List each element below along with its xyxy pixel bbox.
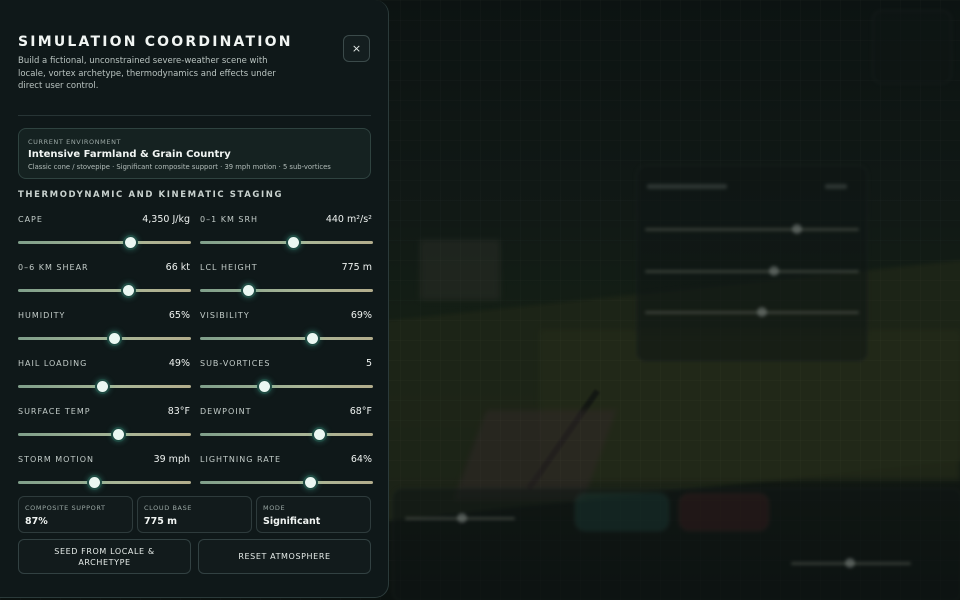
cape-value: 4,350 J/kg	[142, 214, 190, 225]
simulation-coordination-panel: SIMULATION COORDINATION Build a fictiona…	[0, 0, 389, 598]
storm-motion-label: STORM MOTION	[18, 455, 94, 464]
panel-subtitle: Build a fictional, unconstrained severe-…	[18, 56, 276, 91]
hail-loading-value: 49%	[168, 358, 190, 369]
lcl-height-slider[interactable]	[200, 285, 373, 296]
header-divider	[18, 115, 371, 116]
sub-vortices-value: 5	[365, 358, 372, 369]
surface-temp-slider[interactable]	[18, 429, 191, 440]
storm-motion-value: 39 mph	[153, 454, 190, 465]
cape-slider[interactable]	[18, 237, 191, 248]
0-6-km-shear-slider-thumb[interactable]	[123, 285, 135, 296]
lightning-rate-label: LIGHTNING RATE	[200, 455, 282, 464]
environment-name: Intensive Farmland & Grain Country	[28, 149, 231, 160]
lightning-rate-slider[interactable]	[200, 477, 373, 488]
0-1-km-srh-label: 0–1 KM SRH	[200, 215, 259, 224]
cape-label: CAPE	[18, 215, 43, 224]
lcl-height-slider-thumb[interactable]	[242, 285, 254, 296]
dewpoint-value: 68°F	[349, 406, 372, 417]
dewpoint-label: DEWPOINT	[200, 407, 252, 416]
staging-section-title: THERMODYNAMIC AND KINEMATIC STAGING	[18, 190, 284, 200]
0-6-km-shear-label: 0–6 KM SHEAR	[18, 263, 89, 272]
sub-vortices-slider[interactable]	[200, 381, 373, 392]
lcl-height-value: 775 m	[341, 262, 372, 273]
surface-temp-slider-thumb[interactable]	[112, 429, 124, 440]
stat-value: 775 m	[144, 516, 178, 527]
environment-description: Classic cone / stovepipe · Significant c…	[28, 163, 331, 171]
storm-motion-slider-thumb[interactable]	[88, 477, 100, 488]
stat-caption: COMPOSITE SUPPORT	[25, 504, 106, 512]
hail-loading-slider-thumb[interactable]	[97, 381, 109, 392]
0-6-km-shear-slider[interactable]	[18, 285, 191, 296]
stat-caption: CLOUD BASE	[144, 504, 193, 512]
composite-support-stat: COMPOSITE SUPPORT 87%	[18, 496, 133, 533]
visibility-slider-thumb[interactable]	[306, 333, 318, 344]
0-1-km-srh-slider-thumb[interactable]	[287, 237, 299, 248]
visibility-value: 69%	[350, 310, 372, 321]
sub-vortices-label: SUB-VORTICES	[200, 359, 271, 368]
lightning-rate-value: 64%	[350, 454, 372, 465]
sub-vortices-slider-thumb[interactable]	[258, 381, 270, 392]
visibility-slider[interactable]	[200, 333, 373, 344]
environment-caption: CURRENT ENVIRONMENT	[28, 138, 122, 146]
stat-value: Significant	[263, 516, 321, 527]
current-environment-card: CURRENT ENVIRONMENT Intensive Farmland &…	[18, 128, 371, 179]
panel-title: SIMULATION COORDINATION	[18, 34, 293, 50]
seed-from-locale-button[interactable]: SEED FROM LOCALE & ARCHETYPE	[18, 539, 191, 574]
hail-loading-slider[interactable]	[18, 381, 191, 392]
cloud-base-stat: CLOUD BASE 775 m	[137, 496, 252, 533]
humidity-slider[interactable]	[18, 333, 191, 344]
storm-motion-slider[interactable]	[18, 477, 191, 488]
humidity-slider-thumb[interactable]	[109, 333, 121, 344]
stat-caption: MODE	[263, 504, 286, 512]
surface-temp-label: SURFACE TEMP	[18, 407, 91, 416]
lightning-rate-slider-thumb[interactable]	[305, 477, 317, 488]
visibility-label: VISIBILITY	[200, 311, 250, 320]
mode-stat: MODE Significant	[256, 496, 371, 533]
0-1-km-srh-value: 440 m²/s²	[325, 214, 372, 225]
close-icon: ×	[351, 42, 362, 55]
cape-slider-thumb[interactable]	[124, 237, 136, 248]
dewpoint-slider[interactable]	[200, 429, 373, 440]
humidity-value: 65%	[168, 310, 190, 321]
dewpoint-slider-thumb[interactable]	[313, 429, 325, 440]
0-1-km-srh-slider[interactable]	[200, 237, 373, 248]
surface-temp-value: 83°F	[167, 406, 190, 417]
lcl-height-label: LCL HEIGHT	[200, 263, 258, 272]
0-6-km-shear-value: 66 kt	[165, 262, 190, 273]
hail-loading-label: HAIL LOADING	[18, 359, 88, 368]
humidity-label: HUMIDITY	[18, 311, 66, 320]
stat-value: 87%	[25, 516, 48, 527]
reset-atmosphere-button[interactable]: RESET ATMOSPHERE	[198, 539, 371, 574]
close-button[interactable]: ×	[343, 35, 370, 62]
